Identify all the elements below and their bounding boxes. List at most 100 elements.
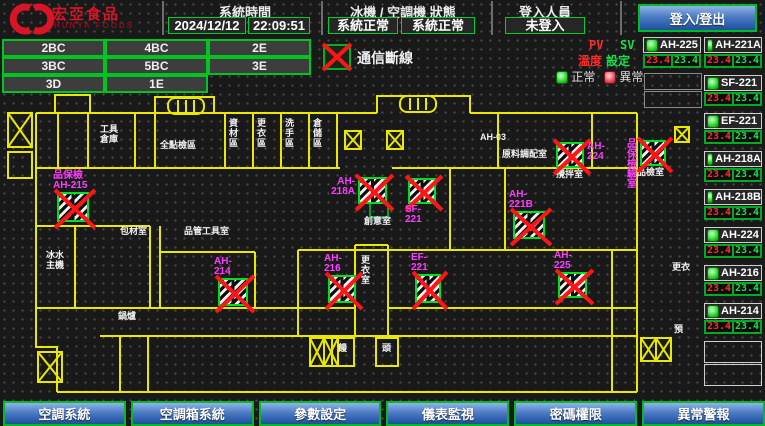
unit-status-led	[707, 153, 713, 166]
pv-value: 23.4	[705, 93, 733, 105]
unit-name: AH-225	[660, 39, 698, 51]
ahu-device: AH-216	[328, 275, 356, 303]
logo-subtitle: HUNYA FOODS	[54, 21, 134, 30]
nav-ac-system-button[interactable]: 空調系統	[3, 401, 126, 426]
comm-lost-x-icon[interactable]	[513, 211, 545, 239]
comm-lost-x-icon[interactable]	[558, 272, 587, 298]
unit-ah-224-temps: 23.423.4	[704, 244, 762, 258]
pv-value: 23.4	[705, 245, 733, 257]
unit-status-led	[646, 39, 658, 52]
unit-ah-218b[interactable]: AH-218B	[704, 189, 762, 205]
floor-button-4bc[interactable]: 4BC	[105, 39, 208, 57]
abnormal-legend-label: 異常	[619, 70, 643, 84]
header-divider	[321, 1, 323, 35]
header-divider	[491, 1, 493, 35]
pv-value: 23.4	[705, 169, 733, 181]
empty-unit-slot	[704, 341, 762, 363]
unit-ah-218b-temps: 23.423.4	[704, 206, 762, 220]
floor-button-2e[interactable]: 2E	[208, 39, 311, 57]
comm-lost-x-icon[interactable]	[640, 140, 666, 166]
pv-value: 23.4	[705, 131, 733, 143]
comm-lost-legend-label: 通信斷線	[357, 48, 413, 68]
pv-legend-label: PV	[589, 38, 603, 52]
unit-name: AH-224	[721, 229, 759, 241]
unit-ah-218a[interactable]: AH-218A	[704, 151, 762, 167]
sv-value: 23.4	[733, 55, 761, 67]
nav-alarm-button[interactable]: 異常警報	[642, 401, 765, 426]
unit-sf-221-temps: 23.423.4	[704, 92, 762, 106]
unit-ah-214-temps: 23.423.4	[704, 320, 762, 334]
nav-meter-monitor-button[interactable]: 儀表監視	[386, 401, 509, 426]
system-date-value: 2024/12/12	[168, 17, 246, 34]
unit-ah-216[interactable]: AH-216	[704, 265, 762, 281]
unit-ah-221a[interactable]: AH-221A	[704, 37, 762, 53]
sv-value: 23.4	[733, 245, 761, 257]
unit-name: AH-218A	[715, 153, 761, 165]
unit-status-led	[707, 77, 719, 90]
empty-unit-slot	[644, 73, 702, 90]
comm-lost-x-icon[interactable]	[57, 192, 89, 222]
unit-name: AH-221A	[715, 39, 761, 51]
empty-unit-slot	[704, 364, 762, 386]
ahu-device: AH-214	[218, 278, 248, 306]
unit-name: AH-218B	[715, 191, 761, 203]
system-time-value: 22:09:51	[248, 17, 310, 34]
unit-status-led	[707, 305, 719, 318]
comm-lost-x-icon[interactable]	[556, 142, 584, 168]
unit-status-led	[707, 229, 719, 242]
normal-legend-label: 正常	[571, 70, 595, 84]
unit-name: SF-221	[721, 77, 757, 89]
normal-led-icon	[556, 71, 568, 84]
pv-value: 23.4	[644, 55, 672, 67]
ahu-device: AH-224	[556, 142, 584, 168]
ahu-device: AH-225	[558, 272, 587, 298]
floor-button-3e[interactable]: 3E	[208, 57, 311, 75]
comm-lost-x-icon[interactable]	[328, 275, 356, 303]
floor-button-5bc[interactable]: 5BC	[105, 57, 208, 75]
floor-button-3bc[interactable]: 3BC	[2, 57, 105, 75]
comm-lost-x-icon[interactable]	[415, 274, 441, 303]
sv-value: 23.4	[733, 207, 761, 219]
ahu-device: 品保檢 AH-215	[57, 192, 89, 222]
unit-sf-221[interactable]: SF-221	[704, 75, 762, 91]
nav-ahu-system-button[interactable]: 空調箱系統	[131, 401, 254, 426]
nav-parameter-set-button[interactable]: 參數設定	[259, 401, 382, 426]
comm-lost-x-icon[interactable]	[358, 177, 387, 204]
unit-ah-225[interactable]: AH-225	[643, 37, 701, 53]
ahu-device: AH-221B	[513, 211, 545, 239]
ahu-device: 品保 檢驗室	[640, 140, 666, 166]
normal-legend: 正常	[556, 68, 595, 85]
unit-ah-218a-temps: 23.423.4	[704, 168, 762, 182]
login-logout-button[interactable]: 登入/登出	[638, 4, 757, 32]
unit-ef-221[interactable]: EF-221	[704, 113, 762, 129]
floor-button-2bc[interactable]: 2BC	[2, 39, 105, 57]
floor-button-1e[interactable]: 1E	[105, 75, 208, 93]
unit-name: AH-214	[721, 305, 759, 317]
pv-value: 23.4	[705, 207, 733, 219]
temp-setting-label-red: 溫度	[578, 52, 602, 69]
header-divider	[162, 1, 164, 35]
ahu-status-value: 系統正常	[401, 17, 475, 34]
empty-unit-slot	[644, 91, 702, 108]
hunya-logo-icon	[8, 2, 56, 36]
sv-legend-label: SV	[620, 38, 634, 52]
comm-lost-x-icon[interactable]	[218, 278, 248, 306]
abnormal-led-icon	[604, 71, 616, 84]
unit-status-led	[707, 115, 719, 128]
sv-value: 23.4	[672, 55, 700, 67]
unit-ah-216-temps: 23.423.4	[704, 282, 762, 296]
bottom-nav: 空調系統 空調箱系統 參數設定 儀表監視 密碼權限 異常警報	[0, 401, 765, 426]
unit-ah-214[interactable]: AH-214	[704, 303, 762, 319]
ahu-device: AH-218A	[358, 177, 387, 204]
chiller-status-value: 系統正常	[328, 17, 398, 34]
pv-value: 23.4	[705, 283, 733, 295]
floor-button-3d[interactable]: 3D	[2, 75, 105, 93]
nav-password-auth-button[interactable]: 密碼權限	[514, 401, 637, 426]
unit-ef-221-temps: 23.423.4	[704, 130, 762, 144]
unit-ah-224[interactable]: AH-224	[704, 227, 762, 243]
sv-value: 23.4	[733, 131, 761, 143]
unit-name: EF-221	[721, 115, 757, 127]
header-divider	[620, 1, 622, 35]
comm-lost-x-icon[interactable]	[408, 178, 436, 204]
pv-value: 23.4	[705, 321, 733, 333]
